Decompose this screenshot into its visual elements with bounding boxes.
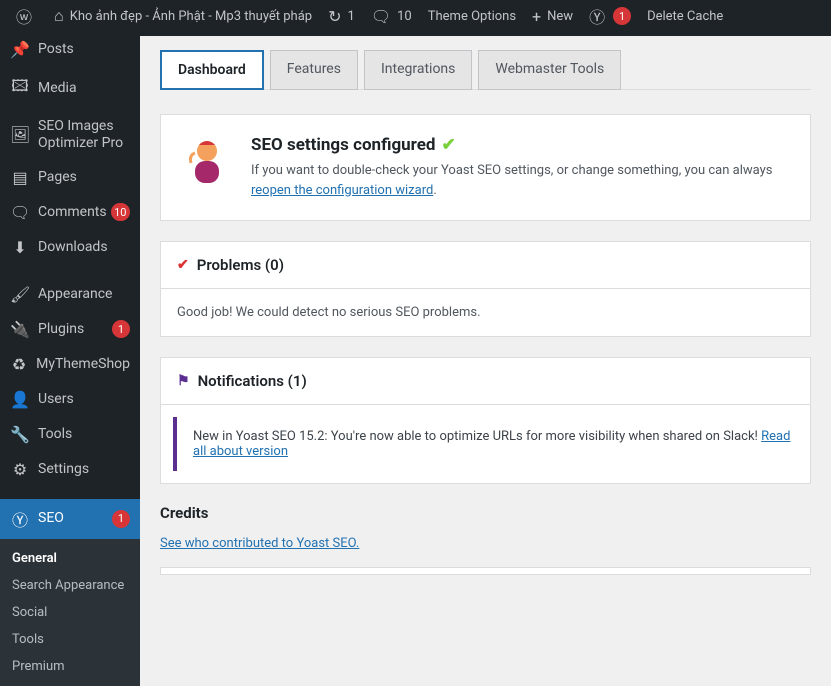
- theme-options-link[interactable]: Theme Options: [420, 0, 524, 32]
- sidebar-submenu-seo: General Search Appearance Social Tools P…: [0, 539, 140, 686]
- brush-icon: 🖌: [10, 285, 30, 304]
- intro-text: If you want to double-check your Yoast S…: [251, 161, 790, 200]
- wordpress-icon: ⓦ: [16, 4, 32, 28]
- new-link[interactable]: +New: [524, 0, 581, 32]
- refresh-icon: ↻: [328, 7, 341, 26]
- home-icon: ⌂: [54, 6, 64, 26]
- updates-link[interactable]: ↻1: [320, 0, 363, 32]
- user-icon: 👤: [10, 390, 30, 409]
- reopen-wizard-link[interactable]: reopen the configuration wizard: [251, 183, 433, 198]
- notification-item: New in Yoast SEO 15.2: You're now able t…: [173, 417, 810, 471]
- submenu-tools[interactable]: Tools: [0, 626, 140, 653]
- tab-integrations[interactable]: Integrations: [364, 50, 472, 90]
- yoast-link[interactable]: Ⓨ1: [581, 0, 639, 32]
- sidebar-item-media[interactable]: 🖾Media: [0, 67, 140, 110]
- image-icon: 🖼: [10, 125, 30, 144]
- site-link[interactable]: ⌂ Kho ảnh đẹp - Ảnh Phật - Mp3 thuyết phá…: [46, 0, 320, 32]
- main-content: Dashboard Features Integrations Webmaste…: [140, 32, 831, 590]
- sidebar-item-appearance[interactable]: 🖌Appearance: [0, 277, 140, 312]
- credits-section: Credits See who contributed to Yoast SEO…: [160, 504, 811, 551]
- sidebar-item-plugins[interactable]: 🔌Plugins1: [0, 312, 140, 347]
- yoast-icon: Ⓨ: [10, 507, 30, 531]
- comment-icon: 🗨: [10, 203, 30, 222]
- plus-icon: +: [532, 7, 541, 26]
- bottom-card-edge: [160, 567, 811, 575]
- credits-link[interactable]: See who contributed to Yoast SEO.: [160, 536, 359, 551]
- sidebar-item-seo[interactable]: ⓎSEO1: [0, 499, 140, 539]
- notifications-header[interactable]: ⚑Notifications (1): [161, 358, 810, 405]
- sliders-icon: ⚙: [10, 460, 30, 479]
- sidebar-item-users[interactable]: 👤Users: [0, 382, 140, 417]
- submenu-search-appearance[interactable]: Search Appearance: [0, 572, 140, 599]
- sidebar-item-mythemeshop[interactable]: ♻MyThemeShop: [0, 347, 140, 382]
- wp-logo[interactable]: ⓦ: [8, 0, 46, 32]
- submenu-premium[interactable]: Premium: [0, 653, 140, 680]
- page-icon: ▤: [10, 168, 30, 187]
- yoast-icon: Ⓨ: [589, 4, 605, 28]
- sidebar-item-comments[interactable]: 🗨Comments10: [0, 195, 140, 230]
- intro-card: SEO settings configured✔ If you want to …: [160, 114, 811, 221]
- tab-features[interactable]: Features: [270, 50, 358, 90]
- intro-title: SEO settings configured✔: [251, 135, 790, 155]
- submenu-general[interactable]: General: [0, 545, 140, 572]
- sidebar-item-posts[interactable]: 📌Posts: [0, 32, 140, 67]
- problems-card: ✔Problems (0) Good job! We could detect …: [160, 241, 811, 337]
- download-icon: ⬇: [10, 238, 30, 257]
- pin-icon: 📌: [10, 40, 30, 59]
- comments-link[interactable]: 🗨10: [363, 0, 420, 32]
- admin-sidebar: 📌Posts 🖾Media 🖼SEO Images Optimizer Pro …: [0, 32, 140, 590]
- flag-icon: ⚑: [177, 373, 190, 389]
- notifications-card: ⚑Notifications (1) New in Yoast SEO 15.2…: [160, 357, 811, 484]
- site-name: Kho ảnh đẹp - Ảnh Phật - Mp3 thuyết pháp: [70, 9, 312, 24]
- check-icon: ✔: [442, 135, 456, 155]
- settings-tabs: Dashboard Features Integrations Webmaste…: [160, 50, 811, 90]
- media-icon: 🖾: [10, 75, 30, 102]
- delete-cache-link[interactable]: Delete Cache: [639, 0, 731, 32]
- tab-dashboard[interactable]: Dashboard: [160, 50, 264, 90]
- plugin-icon: 🔌: [10, 320, 30, 339]
- seo-count-badge: 1: [112, 510, 130, 528]
- problems-header[interactable]: ✔Problems (0): [161, 242, 810, 289]
- sidebar-item-settings[interactable]: ⚙Settings: [0, 452, 140, 487]
- problems-body: Good job! We could detect no serious SEO…: [161, 289, 810, 336]
- sidebar-item-seo-images[interactable]: 🖼SEO Images Optimizer Pro: [0, 110, 140, 160]
- wrench-icon: 🔧: [10, 425, 30, 444]
- cycle-icon: ♻: [10, 355, 28, 374]
- credits-title: Credits: [160, 504, 811, 522]
- comment-icon: 🗨: [371, 7, 391, 26]
- comments-count-badge: 10: [111, 203, 130, 221]
- sidebar-item-tools[interactable]: 🔧Tools: [0, 417, 140, 452]
- check-circle-icon: ✔: [177, 257, 189, 273]
- submenu-social[interactable]: Social: [0, 599, 140, 626]
- admin-topbar: ⓦ ⌂ Kho ảnh đẹp - Ảnh Phật - Mp3 thuyết p…: [0, 0, 831, 32]
- plugins-count-badge: 1: [112, 320, 130, 338]
- sidebar-item-downloads[interactable]: ⬇Downloads: [0, 230, 140, 265]
- sidebar-item-pages[interactable]: ▤Pages: [0, 160, 140, 195]
- assistant-avatar-icon: [181, 135, 233, 187]
- yoast-badge: 1: [613, 7, 631, 25]
- tab-webmaster[interactable]: Webmaster Tools: [478, 50, 621, 90]
